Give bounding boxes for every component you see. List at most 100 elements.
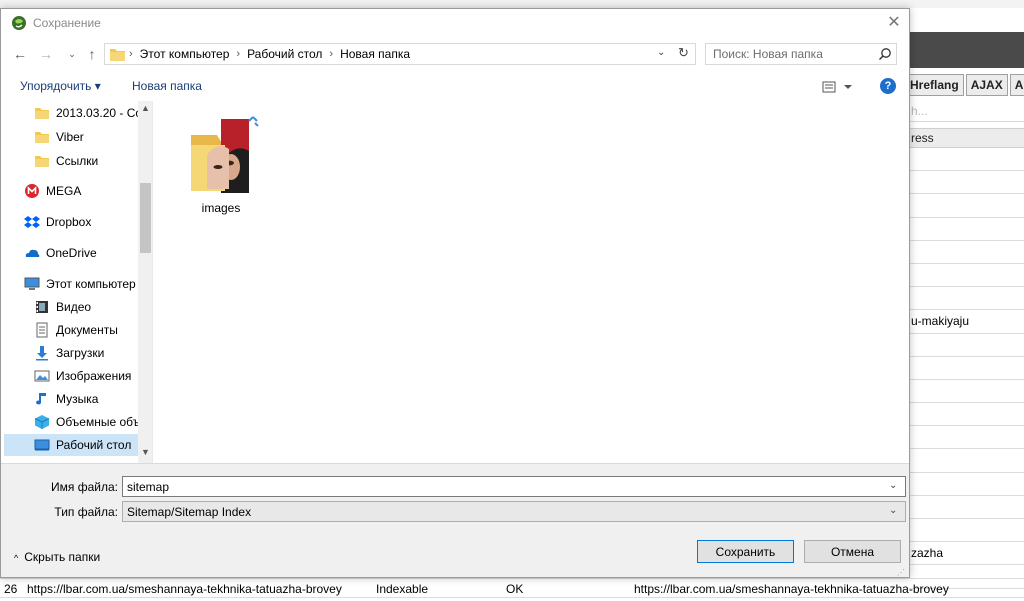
sidebar-item-label: Dropbox <box>46 215 92 229</box>
table-row[interactable] <box>909 287 1024 311</box>
arrow-up-icon: ↑ <box>88 46 96 62</box>
new-folder-button[interactable]: Новая папка <box>132 79 202 93</box>
save-button[interactable]: Сохранить <box>697 540 794 563</box>
table-row[interactable]: zazha <box>909 542 1024 566</box>
table-row[interactable] <box>909 218 1024 241</box>
tab-ajax[interactable]: AJAX <box>965 74 1008 96</box>
sidebar-item-label: Viber <box>56 130 84 144</box>
breadcrumb-desktop[interactable]: Рабочий стол <box>247 47 322 61</box>
music-icon <box>36 393 46 405</box>
sidebar-item-4[interactable]: Dropbox <box>24 211 91 233</box>
hide-folders-label: Скрыть папки <box>24 550 101 564</box>
background-tabs: Hreflang AJAX AM <box>905 74 1024 96</box>
sidebar-item-10[interactable]: Изображения <box>34 365 131 387</box>
file-list: images <box>153 101 909 463</box>
tab-am[interactable]: AM <box>1009 74 1024 96</box>
sidebar-item-0[interactable]: 2013.03.20 - Con <box>34 102 149 124</box>
row-url: https://lbar.com.ua/smeshannaya-tekhnika… <box>27 582 342 596</box>
3d-objects-icon <box>34 415 50 429</box>
filetype-select[interactable]: Sitemap/Sitemap Index ⌄ <box>122 501 906 522</box>
folder-icon <box>35 108 49 119</box>
scroll-down-icon[interactable]: ▼ <box>138 447 152 461</box>
desktop-icon <box>34 439 50 451</box>
table-row[interactable] <box>909 380 1024 404</box>
filetype-value: Sitemap/Sitemap Index <box>127 505 252 519</box>
sidebar-item-8[interactable]: Документы <box>34 319 118 341</box>
table-row[interactable] <box>909 519 1024 543</box>
onedrive-icon <box>25 249 40 257</box>
breadcrumb-this-pc[interactable]: Этот компьютер <box>140 47 230 61</box>
hide-folders-button[interactable]: ^ Скрыть папки <box>14 550 100 564</box>
row-address: https://lbar.com.ua/smeshannaya-tekhnika… <box>634 582 949 596</box>
table-row[interactable] <box>909 449 1024 473</box>
resize-grip-icon[interactable]: ⋰ <box>897 568 905 577</box>
table-row[interactable] <box>909 496 1024 519</box>
table-row[interactable] <box>909 334 1024 357</box>
address-bar[interactable]: › Этот компьютер › Рабочий стол › Новая … <box>104 43 696 65</box>
table-row[interactable]: u-makiyaju <box>909 310 1024 334</box>
navigation-scrollbar[interactable]: ▲ ▼ <box>138 101 152 463</box>
sidebar-item-9[interactable]: Загрузки <box>34 342 104 364</box>
dropbox-icon <box>24 216 40 228</box>
file-item-images[interactable]: images <box>183 115 259 215</box>
tab-hreflang[interactable]: Hreflang <box>905 74 964 96</box>
chevron-down-icon[interactable]: ⌄ <box>889 505 897 516</box>
image-folder-icon <box>191 116 259 193</box>
chevron-down-icon[interactable]: ⌄ <box>889 480 897 491</box>
sidebar-item-12[interactable]: Объемные объ <box>34 411 140 433</box>
chevron-right-icon: › <box>129 48 133 60</box>
row-code: OK <box>506 582 524 596</box>
refresh-icon[interactable]: ↻ <box>678 45 689 61</box>
file-name: images <box>201 201 241 215</box>
table-row[interactable] <box>909 473 1024 496</box>
organize-button[interactable]: Упорядочить ▾ <box>20 79 101 93</box>
table-row[interactable] <box>909 403 1024 427</box>
pictures-icon <box>34 370 50 382</box>
breadcrumb-new-folder[interactable]: Новая папка <box>340 47 410 61</box>
recent-locations-button[interactable]: ⌄ <box>63 45 81 63</box>
back-button[interactable]: ← <box>11 45 29 63</box>
view-options-icon[interactable] <box>822 79 854 95</box>
table-row[interactable] <box>909 171 1024 195</box>
table-row[interactable] <box>909 426 1024 450</box>
background-column-header[interactable]: ress <box>909 128 1024 148</box>
table-row[interactable] <box>909 241 1024 264</box>
table-row[interactable] <box>909 357 1024 380</box>
search-icon[interactable] <box>878 47 892 61</box>
background-top-strip <box>0 0 1024 8</box>
address-dropdown-icon[interactable]: ⌄ <box>657 47 665 58</box>
downloads-icon <box>36 346 48 361</box>
table-row[interactable]: 26 https://lbar.com.ua/smeshannaya-tekhn… <box>0 578 1024 598</box>
filename-combobox[interactable]: ⌄ <box>122 476 906 497</box>
sidebar-item-2[interactable]: Ссылки <box>34 150 98 172</box>
scroll-up-icon[interactable]: ▲ <box>138 103 152 117</box>
sidebar-item-5[interactable]: OneDrive <box>24 242 97 264</box>
chevron-down-icon: ⌄ <box>68 49 76 59</box>
navigation-bar: ← → ⌄ ↑ › Этот компьютер › Рабочий стол … <box>1 37 909 71</box>
sidebar-item-6[interactable]: Этот компьютер <box>24 273 136 295</box>
scrollbar-thumb[interactable] <box>140 183 151 253</box>
table-row[interactable] <box>909 148 1024 172</box>
chevron-up-icon: ^ <box>14 553 19 563</box>
sidebar-item-3[interactable]: MEGA <box>24 180 81 202</box>
sidebar-item-11[interactable]: Музыка <box>34 388 98 410</box>
close-button[interactable]: ✕ <box>879 11 909 35</box>
table-row[interactable] <box>909 194 1024 218</box>
background-filter[interactable]: h... <box>909 100 1024 122</box>
save-dialog: Сохранение ✕ ← → ⌄ ↑ › Этот компьютер › … <box>0 8 910 578</box>
cancel-button[interactable]: Отмена <box>804 540 901 563</box>
forward-button[interactable]: → <box>37 45 55 63</box>
arrow-right-icon: → <box>39 46 53 62</box>
sidebar-item-7[interactable]: Видео <box>34 296 91 318</box>
navigation-pane: 2013.03.20 - Con Viber Ссылки MEGA Dropbox On… <box>4 101 153 463</box>
help-icon[interactable]: ? <box>880 78 896 94</box>
sidebar-item-1[interactable]: Viber <box>34 126 84 148</box>
app-logo-icon <box>12 16 26 30</box>
up-button[interactable]: ↑ <box>83 45 101 63</box>
folder-icon <box>110 49 125 61</box>
filename-input[interactable] <box>123 477 883 496</box>
search-input[interactable] <box>706 44 871 64</box>
sidebar-item-13[interactable]: Рабочий стол <box>4 434 138 456</box>
sidebar-item-label: Ссылки <box>56 154 99 168</box>
table-row[interactable] <box>909 264 1024 288</box>
